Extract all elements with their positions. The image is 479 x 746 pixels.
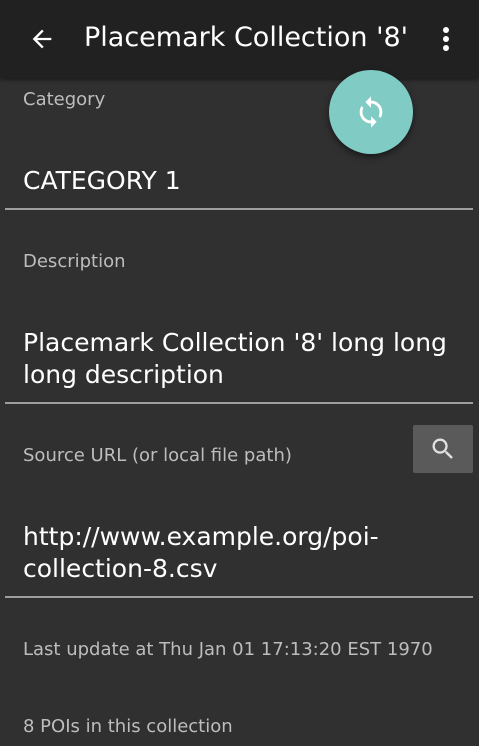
description-label: Description	[23, 251, 126, 272]
description-line: long description	[23, 360, 224, 389]
source-url-line: collection-8.csv	[23, 554, 218, 583]
poi-count-text: 8 POIs in this collection	[23, 716, 233, 737]
overflow-menu-button[interactable]	[428, 19, 464, 59]
page-title: Placemark Collection '8'	[84, 22, 409, 53]
description-field[interactable]: Placemark Collection '8' long long long …	[23, 327, 463, 391]
more-vert-icon	[443, 27, 449, 51]
source-url-label: Source URL (or local file path)	[23, 445, 292, 466]
arrow-back-icon	[32, 29, 52, 49]
description-underline	[5, 402, 473, 404]
source-url-field[interactable]: http://www.example.org/poi- collection-8…	[23, 521, 463, 585]
source-url-line: http://www.example.org/poi-	[23, 522, 379, 551]
browse-source-button[interactable]	[413, 425, 473, 473]
app-bar: Placemark Collection '8'	[0, 0, 479, 78]
search-icon	[432, 438, 453, 459]
back-button[interactable]	[22, 19, 62, 59]
source-url-underline	[5, 596, 473, 598]
sync-button[interactable]	[329, 70, 413, 154]
sync-icon	[359, 96, 383, 128]
category-field[interactable]: CATEGORY 1	[23, 165, 463, 197]
last-update-text: Last update at Thu Jan 01 17:13:20 EST 1…	[23, 639, 433, 660]
description-line: Placemark Collection '8' long long	[23, 328, 447, 357]
category-label: Category	[23, 89, 106, 110]
category-underline	[5, 208, 473, 210]
